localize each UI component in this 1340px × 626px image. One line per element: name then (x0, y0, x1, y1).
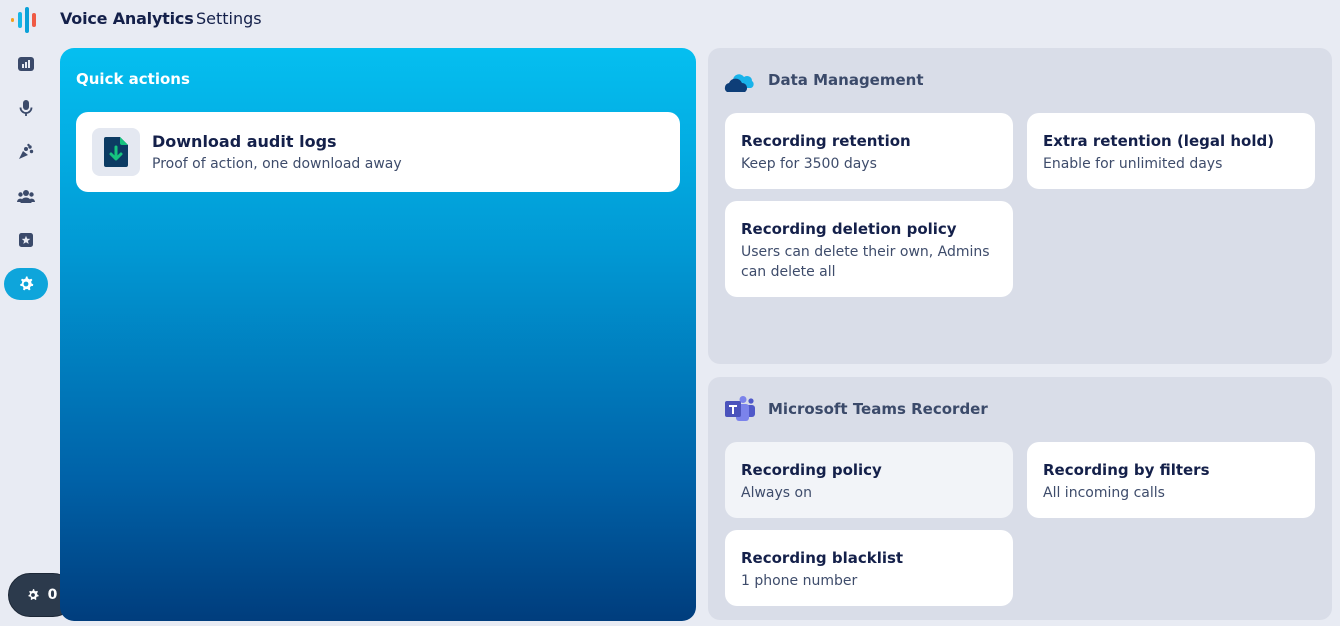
cloud-icon (724, 74, 754, 92)
star-box-icon (19, 233, 33, 247)
nav-users[interactable] (4, 180, 48, 212)
card-title: Recording policy (741, 461, 882, 479)
sidebar-nav (0, 44, 52, 304)
card-title: Recording by filters (1043, 461, 1210, 479)
team-icon (17, 190, 35, 203)
qa-card-subtitle: Proof of action, one download away (152, 156, 402, 172)
teams-icon (725, 396, 755, 421)
gear-icon (28, 589, 39, 600)
card-title: Extra retention (legal hold) (1043, 132, 1275, 150)
download-file-icon (104, 137, 128, 167)
card-subtitle: All incoming calls (1043, 485, 1165, 501)
section-header: Microsoft Teams Recorder (724, 395, 988, 423)
section-title: Microsoft Teams Recorder (768, 400, 988, 418)
microphone-icon (19, 100, 33, 116)
recording-by-filters-card[interactable]: Recording by filters All incoming calls (1027, 442, 1315, 518)
section-title: Data Management (768, 71, 924, 89)
gear-icon (20, 276, 34, 291)
nav-dashboard[interactable] (4, 48, 48, 80)
card-title: Recording retention (741, 132, 911, 150)
recording-policy-card[interactable]: Recording policy Always on (725, 442, 1013, 518)
card-subtitle: Enable for unlimited days (1043, 156, 1223, 172)
data-management-section: Data Management Recording retention Keep… (708, 48, 1332, 364)
recording-retention-card[interactable]: Recording retention Keep for 3500 days (725, 113, 1013, 189)
qa-icon-container (92, 128, 140, 176)
card-subtitle: Users can delete their own, Admins can d… (741, 244, 990, 280)
teams-recorder-section: Microsoft Teams Recorder Recording polic… (708, 377, 1332, 620)
card-subtitle: Always on (741, 485, 812, 501)
top-bar: Voice Analytics Settings (0, 0, 1340, 40)
extra-retention-card[interactable]: Extra retention (legal hold) Enable for … (1027, 113, 1315, 189)
nav-insights[interactable] (4, 136, 48, 168)
qa-card-title: Download audit logs (152, 132, 337, 151)
card-subtitle: Keep for 3500 days (741, 156, 877, 172)
settings-counter: 0 (47, 587, 58, 603)
dashboard-icon (18, 57, 34, 71)
download-audit-logs-card[interactable]: Download audit logs Proof of action, one… (76, 112, 680, 192)
quick-actions-panel: Quick actions Download audit logs Proof … (60, 48, 696, 621)
card-title: Recording deletion policy (741, 220, 957, 238)
nav-recordings[interactable] (4, 92, 48, 124)
paw-icon (19, 143, 34, 159)
section-header: Data Management (724, 66, 924, 94)
nav-settings[interactable] (4, 268, 48, 300)
recording-blacklist-card[interactable]: Recording blacklist 1 phone number (725, 530, 1013, 606)
app-title: Voice Analytics (60, 9, 194, 28)
recording-deletion-policy-card[interactable]: Recording deletion policy Users can dele… (725, 201, 1013, 297)
card-title: Recording blacklist (741, 549, 904, 567)
nav-favorites[interactable] (4, 224, 48, 256)
app-logo[interactable] (10, 7, 42, 33)
page-title: Settings (196, 9, 262, 28)
card-subtitle: 1 phone number (741, 573, 858, 589)
quick-actions-title: Quick actions (76, 70, 190, 88)
